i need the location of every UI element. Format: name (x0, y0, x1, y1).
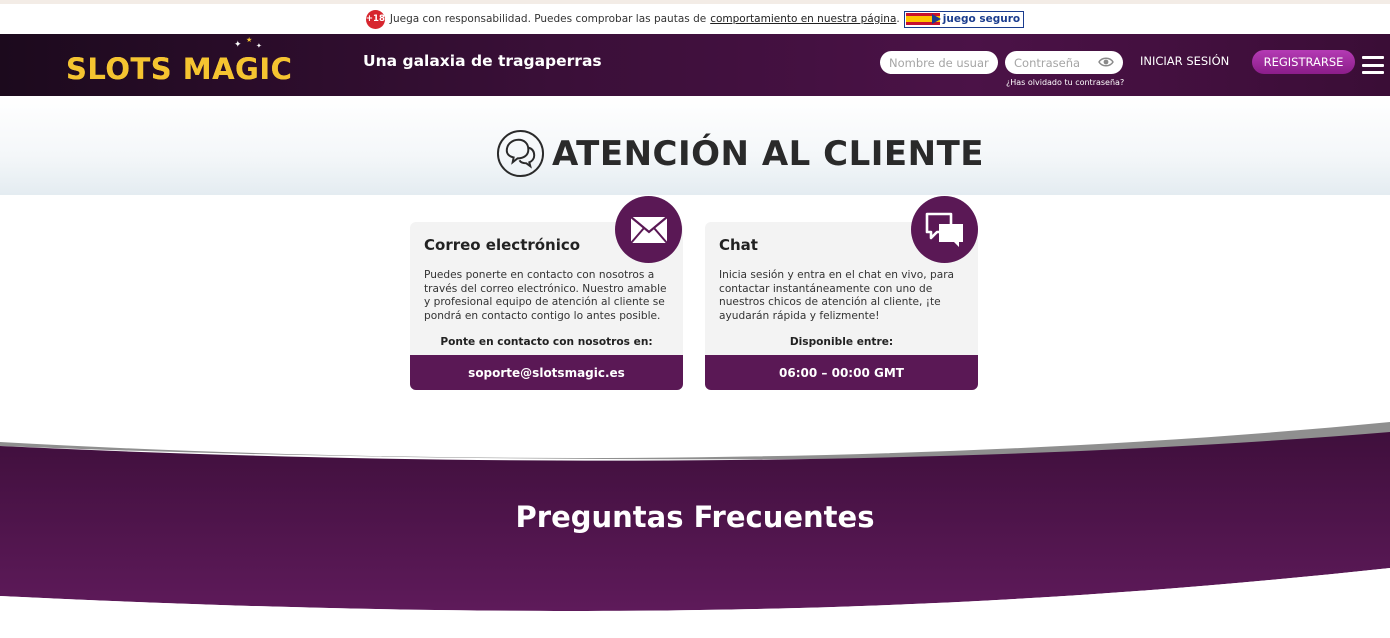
email-card-title: Correo electrónico (424, 236, 581, 254)
logo-star-icon: ✦ (234, 40, 242, 50)
hamburger-menu-icon[interactable] (1362, 56, 1384, 74)
forgot-password-link[interactable]: ¿Has olvidado tu contraseña? (1006, 78, 1124, 87)
chat-hours: 06:00 – 00:00 GMT (705, 355, 978, 390)
spanish-flag-icon (905, 13, 941, 25)
customer-service-hero: ATENCIÓN AL CLIENTE (0, 96, 1390, 195)
chat-bubbles-outline-icon (496, 129, 545, 178)
login-button[interactable]: INICIAR SESIÓN (1140, 54, 1229, 68)
logo-star-icon: ★ (246, 36, 253, 44)
chat-card-title: Chat (719, 236, 758, 254)
site-logo[interactable]: SLOTS MAGIC ✦ ★ ✦ (66, 36, 293, 86)
site-tagline: Una galaxia de tragaperras (363, 52, 602, 70)
username-input[interactable] (880, 51, 998, 74)
envelope-icon (615, 196, 682, 263)
age-18-badge: +18 (365, 9, 385, 29)
support-email-link[interactable]: soporte@slotsmagic.es (410, 355, 683, 390)
chat-icon[interactable] (911, 196, 978, 263)
site-header: SLOTS MAGIC ✦ ★ ✦ Una galaxia de tragape… (0, 34, 1390, 96)
logo-star-icon: ✦ (256, 42, 262, 50)
eye-icon[interactable] (1098, 56, 1114, 68)
chat-card-subheading: Disponible entre: (789, 336, 894, 348)
juego-seguro-text: juego seguro (942, 13, 1021, 25)
email-card-body: Puedes ponerte en contacto con nosotros … (424, 269, 667, 322)
notice-suffix: . (896, 13, 900, 25)
juego-seguro-badge[interactable]: juego seguro (903, 10, 1025, 28)
notice-text: Juega con responsabilidad. Puedes compro… (389, 13, 707, 25)
logo-text: SLOTS MAGIC (66, 52, 293, 86)
page-title: ATENCIÓN AL CLIENTE (552, 133, 985, 174)
behavior-guidelines-link[interactable]: comportamiento en nuestra página (710, 13, 896, 25)
email-card-subheading: Ponte en contacto con nosotros en: (440, 336, 653, 348)
responsible-gaming-notice: +18 Juega con responsabilidad. Puedes co… (0, 0, 1390, 34)
chat-card-body: Inicia sesión y entra en el chat en vivo… (719, 269, 955, 322)
faq-title: Preguntas Frecuentes (515, 500, 875, 534)
register-button[interactable]: REGISTRARSE (1252, 50, 1355, 74)
